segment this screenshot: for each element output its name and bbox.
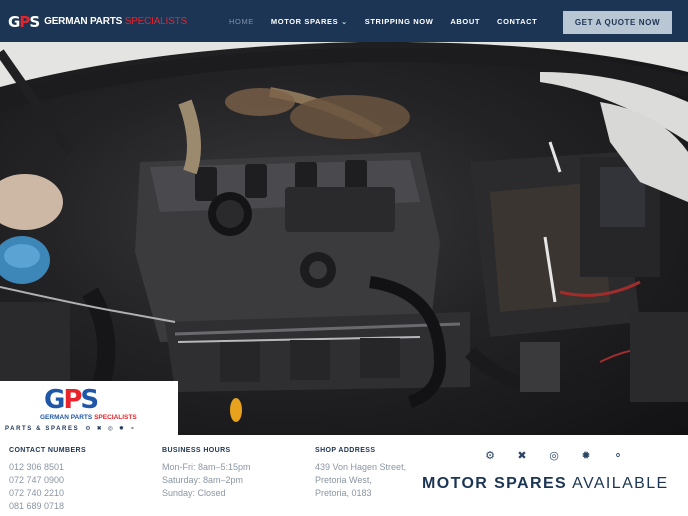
engine-bay-illustration	[0, 42, 688, 422]
nav-home[interactable]: HOME	[229, 17, 254, 26]
address-line: 439 Von Hagen Street,	[315, 462, 407, 472]
business-hours-title: BUSINESS HOURS	[162, 447, 231, 454]
logo-text: GERMAN PARTS SPECIALISTS	[44, 16, 187, 27]
hours-line: Saturday: 8am–2pm	[162, 475, 244, 485]
tagline-bold: MOTOR SPARES	[422, 475, 568, 492]
category-icons: ⚙ ✖ ◎ ✹ ⚬	[474, 449, 634, 462]
brand-badge: GPS GERMAN PARTS SPECIALISTS PARTS & SPA…	[0, 381, 178, 435]
top-nav: GPS GERMAN PARTS SPECIALISTS HOME MOTOR …	[0, 0, 688, 42]
tools-icon: ✖	[517, 450, 527, 462]
nav-stripping-now[interactable]: STRIPPING NOW	[365, 17, 434, 26]
wheel-icon: ✹	[581, 450, 591, 462]
tools-icon: ✖	[96, 426, 102, 432]
hero-engine-image	[0, 42, 688, 435]
nav-motor-spares[interactable]: MOTOR SPARES ⌄	[271, 17, 348, 26]
motor-spares-tagline: MOTOR SPARES AVAILABLE	[422, 474, 669, 494]
address-line: Pretoria, 0183	[315, 488, 372, 498]
shop-address-section: SHOP ADDRESS 439 Von Hagen Street, Preto…	[315, 447, 406, 500]
spark-plug-icon: ⚬	[129, 426, 135, 432]
site-logo[interactable]: GPS GERMAN PARTS SPECIALISTS	[8, 13, 187, 31]
shop-address-title: SHOP ADDRESS	[315, 447, 376, 454]
brake-disc-icon: ◎	[107, 426, 113, 432]
nav-contact[interactable]: CONTACT	[497, 17, 537, 26]
business-hours-section: BUSINESS HOURS Mon-Fri: 8am–5:15pm Satur…	[162, 447, 251, 500]
badge-subtitle: PARTS & SPARES ⚙ ✖ ◎ ✹ ⚬	[5, 425, 135, 433]
main-menu: HOME MOTOR SPARES ⌄ STRIPPING NOW ABOUT C…	[229, 0, 554, 42]
contact-numbers-title: CONTACT NUMBERS	[9, 447, 87, 454]
nav-motor-spares-label: MOTOR SPARES	[270, 16, 339, 26]
tagline-light: AVAILABLE	[572, 475, 669, 492]
wheel-icon: ✹	[118, 426, 124, 432]
engine-icon: ⚙	[85, 426, 91, 432]
phone-number[interactable]: 012 306 8501	[9, 461, 86, 474]
chevron-down-icon: ⌄	[341, 18, 348, 26]
badge-logo-mark: GPS	[44, 385, 99, 415]
brake-disc-icon: ◎	[549, 450, 559, 462]
hours-line: Mon-Fri: 8am–5:15pm	[162, 462, 251, 472]
hours-line: Sunday: Closed	[162, 488, 226, 498]
logo-mark: GPS	[8, 13, 40, 31]
get-quote-button[interactable]: GET A QUOTE NOW	[563, 11, 672, 34]
engine-icon: ⚙	[485, 450, 495, 462]
spark-plug-icon: ⚬	[613, 450, 623, 462]
address-line: Pretoria West,	[315, 475, 372, 485]
info-footer: CONTACT NUMBERS 012 306 8501 072 747 090…	[0, 435, 688, 516]
phone-number[interactable]: 072 747 0900	[9, 474, 86, 487]
badge-subtitle-text: PARTS & SPARES	[5, 425, 80, 432]
badge-company-name: GERMAN PARTS SPECIALISTS	[40, 414, 137, 421]
nav-about[interactable]: ABOUT	[450, 17, 480, 26]
contact-numbers-section: CONTACT NUMBERS 012 306 8501 072 747 090…	[9, 447, 86, 513]
phone-number[interactable]: 072 740 2210	[9, 487, 86, 500]
phone-number[interactable]: 081 689 0718	[9, 500, 86, 513]
